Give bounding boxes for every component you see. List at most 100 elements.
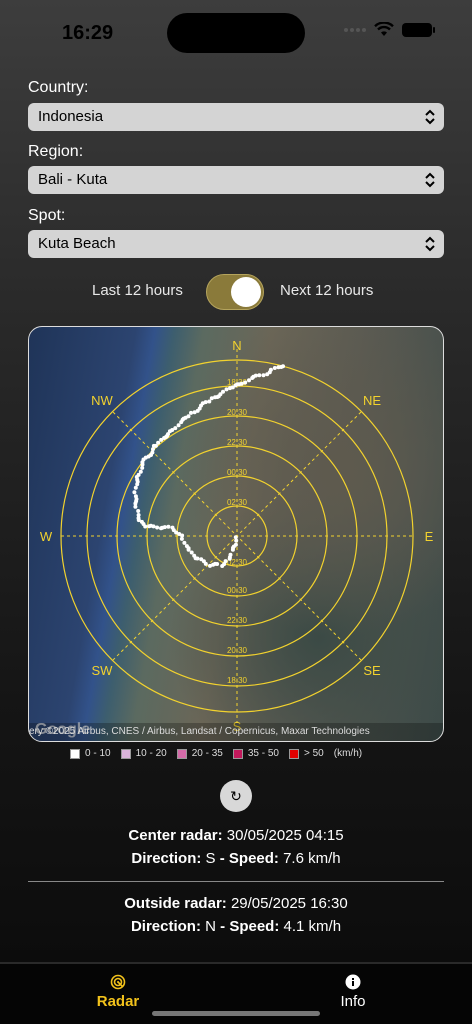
wifi-icon bbox=[374, 22, 394, 36]
wind-track-dot bbox=[261, 373, 266, 378]
time-label: 22:30 bbox=[227, 616, 248, 625]
center-direction-value: S bbox=[205, 850, 216, 867]
wind-track-dot bbox=[272, 366, 277, 370]
wind-track-dot bbox=[140, 465, 145, 470]
direction-w: W bbox=[40, 529, 53, 544]
country-select-value: Indonesia bbox=[38, 108, 104, 125]
direction-ne: NE bbox=[363, 393, 381, 408]
legend-label: 0 - 10 bbox=[85, 748, 111, 759]
status-icons bbox=[344, 22, 435, 37]
wind-track-dot bbox=[224, 387, 229, 392]
wind-track-dot bbox=[228, 552, 233, 557]
legend-swatch bbox=[176, 748, 187, 759]
time-label: 20:30 bbox=[227, 408, 248, 417]
outside-direction-line: Direction: N - Speed: 4.1 km/h bbox=[0, 918, 472, 935]
wind-track-dot bbox=[179, 420, 184, 425]
wind-track-dot bbox=[209, 396, 214, 401]
divider bbox=[28, 881, 444, 882]
direction-se: SE bbox=[363, 663, 381, 678]
time-range-toggle-row: Last 12 hours Next 12 hours bbox=[0, 274, 472, 310]
wind-track-dot bbox=[247, 378, 251, 383]
outside-radar-line: Outside radar: 29/05/2025 16:30 bbox=[0, 895, 472, 912]
wind-track-dot bbox=[243, 380, 248, 385]
wind-track-dot bbox=[159, 437, 164, 442]
legend-item: 10 - 20 bbox=[120, 748, 167, 759]
wind-track-dot bbox=[233, 535, 238, 540]
tab-bar: Radar Info bbox=[0, 962, 472, 1024]
speed-legend: 0 - 10 10 - 20 20 - 35 35 - 50 > 50 (km/… bbox=[70, 748, 362, 759]
direction-n: N bbox=[232, 338, 241, 353]
wind-track-dot bbox=[257, 373, 262, 378]
tab-info-label: Info bbox=[340, 993, 366, 1010]
wind-track-dot bbox=[189, 550, 194, 555]
wind-track-dot bbox=[186, 547, 191, 552]
speed-label: - Speed: bbox=[220, 918, 280, 935]
status-bar: 16:29 bbox=[0, 0, 472, 62]
center-radar-datetime: 30/05/2025 04:15 bbox=[226, 827, 344, 844]
region-select-value: Bali - Kuta bbox=[38, 171, 108, 188]
last-12-hours-label: Last 12 hours bbox=[92, 282, 183, 299]
legend-swatch bbox=[70, 748, 80, 759]
wind-track-dot bbox=[133, 485, 138, 490]
wind-track-dot bbox=[203, 561, 208, 566]
time-label: 00:30 bbox=[227, 586, 248, 595]
radar-icon bbox=[110, 974, 126, 990]
wind-track-dot bbox=[215, 562, 220, 566]
radar-map[interactable]: N NE E SE S SW W NW 18:30 20:30 22:30 00… bbox=[28, 326, 444, 742]
dynamic-island bbox=[167, 13, 305, 53]
tab-info[interactable]: Info bbox=[293, 974, 413, 1010]
wind-track-dot bbox=[179, 536, 184, 541]
radar-overlay: N NE E SE S SW W NW 18:30 20:30 22:30 00… bbox=[40, 338, 434, 734]
spot-label: Spot: bbox=[28, 207, 66, 224]
time-label: 00:30 bbox=[227, 468, 248, 477]
country-select[interactable]: Indonesia bbox=[28, 103, 444, 131]
legend-swatch bbox=[232, 748, 243, 759]
legend-label: 35 - 50 bbox=[247, 748, 279, 759]
wind-track-dot bbox=[162, 525, 167, 530]
refresh-button[interactable]: ↻ bbox=[220, 780, 252, 812]
outside-speed-value: 4.1 km/h bbox=[283, 918, 342, 935]
spot-select-value: Kuta Beach bbox=[38, 235, 116, 252]
outside-direction-value: N bbox=[205, 918, 216, 935]
legend-swatch bbox=[289, 748, 299, 759]
cellular-signal-icon bbox=[344, 27, 366, 32]
legend-item: 20 - 35 bbox=[176, 748, 223, 759]
outside-radar-label: Outside radar: bbox=[124, 895, 227, 912]
refresh-icon: ↻ bbox=[230, 788, 242, 804]
tab-radar-label: Radar bbox=[96, 993, 140, 1010]
legend-item: 0 - 10 bbox=[70, 748, 111, 759]
speed-label: - Speed: bbox=[219, 850, 279, 867]
battery-icon bbox=[402, 22, 435, 37]
spot-select[interactable]: Kuta Beach bbox=[28, 230, 444, 258]
tab-radar[interactable]: Radar bbox=[58, 974, 178, 1010]
chevron-up-down-icon bbox=[425, 109, 435, 125]
chevron-up-down-icon bbox=[425, 236, 435, 252]
region-select[interactable]: Bali - Kuta bbox=[28, 166, 444, 194]
wind-track-dot bbox=[166, 524, 171, 529]
country-label: Country: bbox=[28, 79, 89, 96]
time-label: 18:30 bbox=[227, 676, 248, 685]
wind-track-dot bbox=[276, 365, 281, 370]
next-12-hours-label: Next 12 hours bbox=[280, 282, 374, 299]
region-label: Region: bbox=[28, 143, 84, 160]
wind-track-dot bbox=[189, 410, 193, 415]
wind-track-dot bbox=[176, 423, 181, 428]
direction-nw: NW bbox=[91, 393, 113, 408]
wind-track-dot bbox=[250, 376, 255, 380]
map-attribution: ery ©2025 Airbus, CNES / Airbus, Landsat… bbox=[29, 723, 443, 741]
time-label: 02:30 bbox=[227, 498, 248, 507]
home-indicator bbox=[152, 1011, 320, 1016]
legend-label: > 50 bbox=[304, 748, 324, 759]
legend-label: 10 - 20 bbox=[135, 748, 167, 759]
direction-sw: SW bbox=[92, 663, 114, 678]
wind-track-dot bbox=[155, 525, 160, 530]
wind-track-dot bbox=[182, 540, 187, 545]
wind-track bbox=[132, 364, 285, 568]
center-radar-line: Center radar: 30/05/2025 04:15 bbox=[0, 827, 472, 844]
wind-track-dot bbox=[143, 524, 148, 529]
wind-track-dot bbox=[233, 542, 238, 547]
center-speed-value: 7.6 km/h bbox=[283, 850, 341, 867]
time-range-toggle[interactable] bbox=[206, 274, 264, 310]
wind-track-dot bbox=[151, 447, 155, 452]
wind-track-dot bbox=[180, 533, 185, 538]
